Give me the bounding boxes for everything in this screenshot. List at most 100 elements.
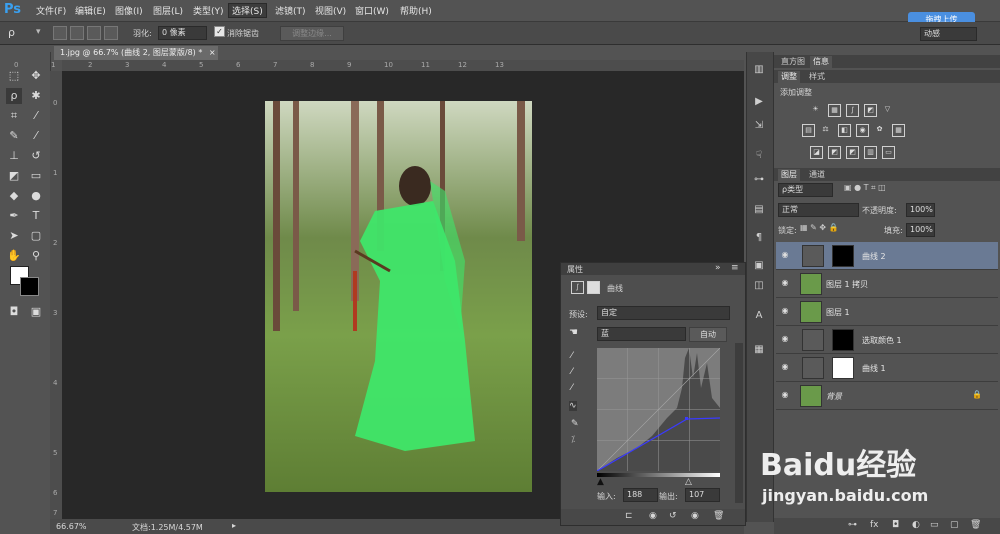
chevron-right-icon[interactable]: ▸ [232,521,236,530]
auto-button[interactable]: 自动 [689,327,727,342]
crop-tool-icon[interactable]: ⌗ [6,108,22,124]
move-tool-icon[interactable]: ✥ [28,68,44,84]
layer-row[interactable]: ◉ 图层 1 [776,298,998,326]
histogram-icon[interactable]: ▥ [751,62,767,78]
mask-thumb[interactable] [832,245,854,267]
menu-select[interactable]: 选择(S) [228,3,267,18]
visibility-icon[interactable]: ◉ [691,511,699,521]
path-select-icon[interactable]: ➤ [6,228,22,244]
curve-edit-icon[interactable]: ∿ [569,401,577,411]
output-value[interactable]: 107 [685,488,720,502]
mask-thumb[interactable] [832,329,854,351]
vibrance-icon[interactable]: ▽ [882,104,893,115]
hand-adjust-icon[interactable]: ☚ [569,327,578,338]
brush-preset-icon[interactable]: ⇲ [751,118,767,134]
hand-tool-icon[interactable]: ✋ [6,248,22,264]
history-brush-icon[interactable]: ↺ [28,148,44,164]
menu-edit[interactable]: 编辑(E) [72,4,109,17]
posterize-icon[interactable]: ◩ [828,146,841,159]
add-mask-icon[interactable]: ◘ [892,520,899,530]
layer-filter-select[interactable]: ρ类型 [778,183,833,197]
feather-input[interactable]: 0 像素 [158,26,207,40]
clone-source-icon[interactable]: ⊶ [751,172,767,188]
stamp-tool-icon[interactable]: ⊥ [6,148,22,164]
menu-view[interactable]: 视图(V) [312,4,349,17]
tab-channels[interactable]: 通道 [806,169,828,181]
layer-row[interactable]: ◉ 图层 1 拷贝 [776,270,998,298]
layer-comps-icon[interactable]: ▣ [751,258,767,274]
smooth-icon[interactable]: ⁒ [571,435,575,445]
reset-icon[interactable]: ↺ [669,511,677,521]
menu-image[interactable]: 图像(I) [112,4,146,17]
screen-mode-icon[interactable]: ▣ [28,304,44,320]
eye-icon[interactable]: ◉ [780,390,790,400]
levels-icon[interactable]: ▦ [828,104,841,117]
channel-select[interactable]: 蓝 [597,327,686,341]
eye-icon[interactable]: ◉ [780,250,790,260]
input-value[interactable]: 188 [623,488,658,502]
lock-icons[interactable]: ▦ ✎ ✥ 🔒 [800,223,839,232]
curve-graph[interactable] [597,348,720,471]
filter-icons[interactable]: ▣ ● T ⌗ ◫ [844,183,886,193]
menu-filter[interactable]: 滤镜(T) [272,4,309,17]
color-balance-icon[interactable]: ⚖ [820,124,831,135]
menu-window[interactable]: 窗口(W) [352,4,392,17]
tab-styles[interactable]: 样式 [806,71,828,83]
type-tool-icon[interactable]: T [28,208,44,224]
view-previous-icon[interactable]: ◉ [649,511,657,521]
white-point-eyedropper-icon[interactable]: ⁄ [571,383,573,393]
blend-mode-select[interactable]: 正常 [778,203,859,217]
eye-icon[interactable]: ◉ [780,306,790,316]
layer-row[interactable]: ◉ 曲线 1 [776,354,998,382]
refine-edge-button[interactable]: 调整边缘... [280,26,344,41]
trash-icon[interactable]: 🗑 [713,511,724,521]
black-slider-icon[interactable]: ▲ [597,477,604,487]
subtract-selection-button[interactable] [87,26,101,40]
shape-tool-icon[interactable]: ▢ [28,228,44,244]
info-icon[interactable]: ◫ [751,278,767,294]
zoom-tool-icon[interactable]: ⚲ [28,248,44,264]
healing-tool-icon[interactable]: ✎ [6,128,22,144]
mask-icon[interactable] [587,281,600,294]
invert-icon[interactable]: ◪ [810,146,823,159]
clip-icon[interactable]: ⊏ [625,511,633,521]
tab-adjustments[interactable]: 调整 [778,71,800,83]
fill-input[interactable]: 100% [906,223,935,237]
channel-mixer-icon[interactable]: ✿ [874,124,885,135]
link-icon[interactable]: ⊶ [848,520,857,530]
document-image[interactable] [265,101,532,492]
eye-icon[interactable]: ◉ [780,278,790,288]
eraser-tool-icon[interactable]: ◩ [6,168,22,184]
collapse-icon[interactable]: » [715,263,721,273]
blur-tool-icon[interactable]: ◆ [6,188,22,204]
properties-tab[interactable]: 属性 [567,264,583,275]
opacity-input[interactable]: 100% [906,203,935,217]
dodge-tool-icon[interactable]: ● [28,188,44,204]
threshold-icon[interactable]: ◩ [846,146,859,159]
close-icon[interactable]: × [209,48,216,57]
mask-thumb[interactable] [832,357,854,379]
document-tab[interactable]: 1.jpg @ 66.7% (曲线 2, 图层蒙版/8) * × [54,46,218,60]
hue-icon[interactable]: ▤ [802,124,815,137]
fx-icon[interactable]: fx [870,520,879,530]
intersect-selection-button[interactable] [104,26,118,40]
new-layer-icon[interactable]: ▢ [950,520,959,530]
lasso-tool-icon[interactable]: ρ [6,88,22,104]
exposure-icon[interactable]: ◩ [864,104,877,117]
properties-icon[interactable]: ▦ [751,342,767,358]
new-group-icon[interactable]: ▭ [930,520,939,530]
gray-point-eyedropper-icon[interactable]: ⁄ [571,367,573,377]
tab-layers[interactable]: 图层 [778,169,800,181]
zoom-level[interactable]: 66.67% [56,522,87,531]
play-icon[interactable]: ▶ [751,94,767,110]
preset-select[interactable]: 自定 [597,306,730,320]
menu-help[interactable]: 帮助(H) [397,4,435,17]
delete-layer-icon[interactable]: 🗑 [970,520,981,530]
menu-type[interactable]: 类型(Y) [190,4,227,17]
tool-preset-icon[interactable]: ☟ [751,148,767,164]
photo-filter-icon[interactable]: ◉ [856,124,869,137]
marquee-tool-icon[interactable]: ⬚ [6,68,22,84]
layer-row[interactable]: ◉ 选取颜色 1 [776,326,998,354]
quick-mask-icon[interactable]: ◘ [6,304,22,320]
add-selection-button[interactable] [70,26,84,40]
